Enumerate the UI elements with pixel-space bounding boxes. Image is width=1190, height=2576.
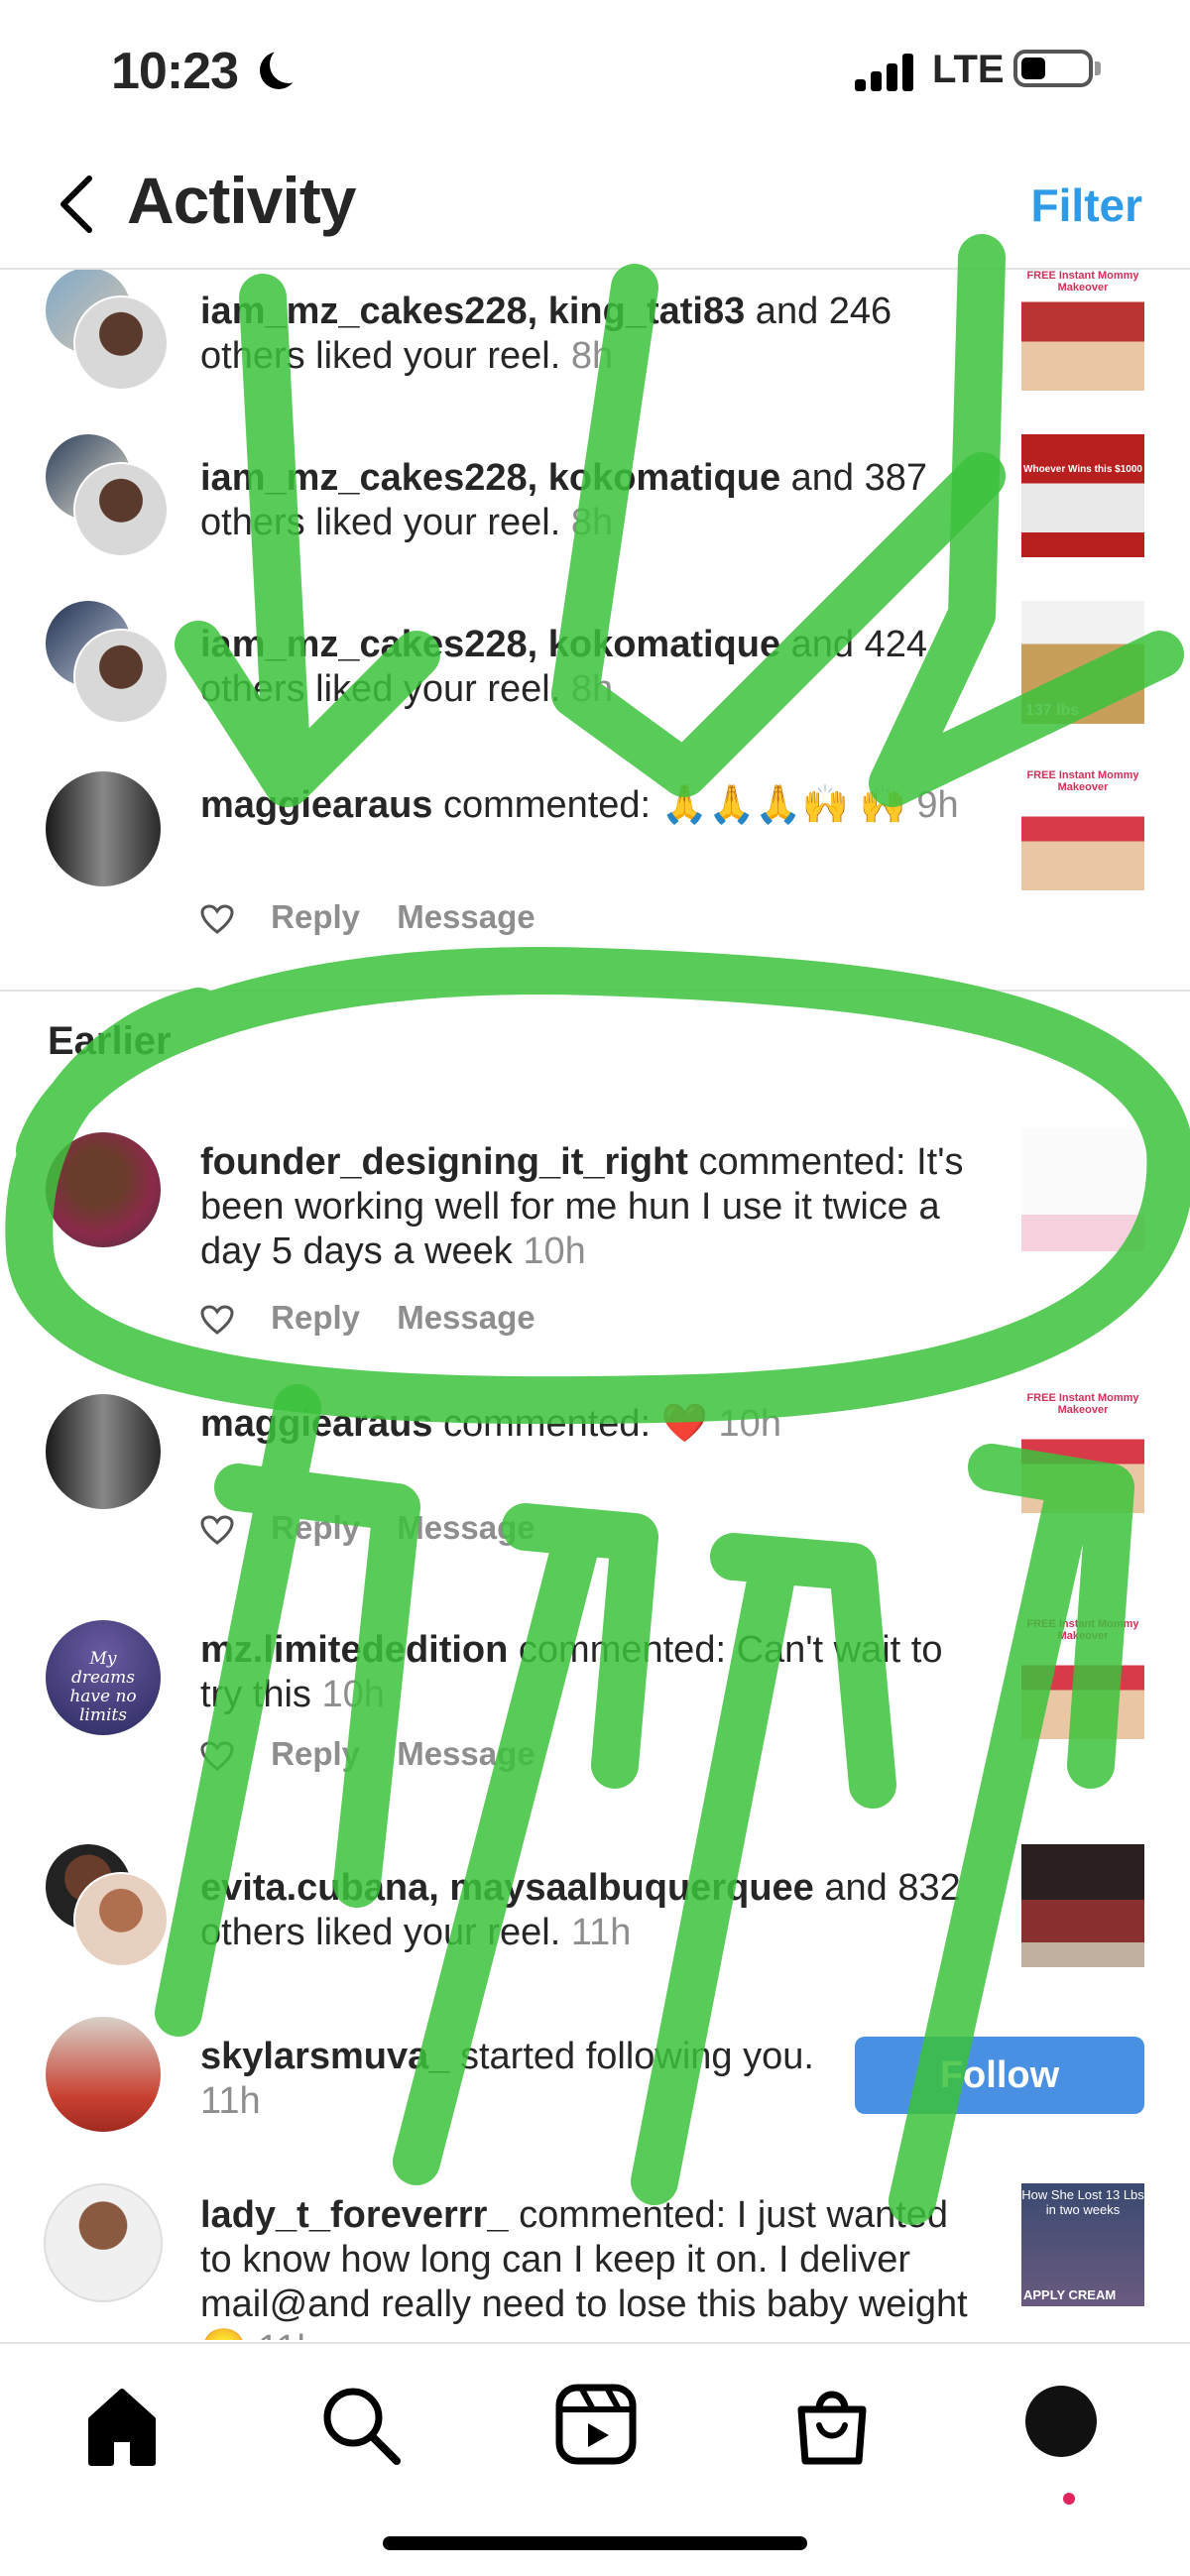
cell-signal-icon (855, 52, 916, 91)
notification-text: started following you. (449, 2036, 814, 2077)
filter-button[interactable]: Filter (1031, 178, 1142, 232)
do-not-disturb-moon-icon (270, 46, 307, 83)
username[interactable]: lady_t_foreverrr_ (200, 2194, 509, 2236)
header: Activity Filter (0, 149, 1190, 270)
avatar[interactable] (44, 2183, 163, 2302)
status-bar: 10:23 LTE (0, 0, 1190, 139)
reel-thumbnail[interactable] (1021, 1844, 1144, 1967)
username[interactable]: evita.cubana, maysaalbuquerquee (200, 1867, 814, 1909)
timestamp: 11h (200, 2080, 261, 2122)
profile-avatar-tab[interactable] (1025, 2386, 1097, 2457)
timestamp: 10h (718, 1403, 781, 1445)
timestamp: 8h (570, 335, 614, 377)
avatar[interactable] (73, 629, 169, 724)
message-button[interactable]: Message (397, 1299, 535, 1336)
timestamp: 10h (523, 1230, 586, 1272)
username[interactable]: iam_mz_cakes228, king_tati83 (200, 291, 745, 332)
timestamp: 11h (570, 1912, 632, 1953)
thumbnail-caption: FREE Instant Mommy Makeover (1026, 769, 1139, 793)
timestamp: 8h (570, 502, 614, 543)
reply-button[interactable]: Reply (271, 1735, 360, 1772)
thumbnail-caption: FREE Instant Mommy Makeover (1026, 1618, 1139, 1642)
search-icon[interactable] (315, 2380, 405, 2469)
like-heart-icon[interactable] (200, 1305, 234, 1336)
avatar[interactable] (73, 295, 169, 391)
avatar[interactable] (44, 1130, 163, 1249)
activity-feed[interactable]: iam_mz_cakes228, king_tati83 and 246 oth… (0, 270, 1190, 2340)
reel-thumbnail[interactable]: FREE Instant Mommy Makeover (1021, 767, 1144, 890)
username[interactable]: skylarsmuva_ (200, 2036, 449, 2077)
reels-icon[interactable] (551, 2380, 641, 2469)
thumbnail-caption: 137 lbs (1025, 702, 1080, 719)
shop-icon[interactable] (787, 2380, 877, 2469)
avatar[interactable] (73, 462, 169, 557)
username[interactable]: maggiearaus (200, 784, 432, 826)
timestamp: 11h (258, 2328, 318, 2340)
reply-button[interactable]: Reply (271, 898, 360, 935)
notification-text: commented: 🙏🙏🙏🙌 🙌 (432, 784, 906, 826)
network-label: LTE (932, 48, 1005, 91)
message-button[interactable]: Message (397, 898, 535, 935)
like-heart-icon[interactable] (200, 904, 234, 935)
battery-tip (1095, 61, 1101, 75)
username[interactable]: mz.limitededition (200, 1629, 508, 1671)
page-title: Activity (127, 164, 356, 237)
username[interactable]: iam_mz_cakes228, kokomatique (200, 457, 780, 499)
reply-button[interactable]: Reply (271, 1509, 360, 1546)
section-divider (0, 990, 1190, 992)
battery-icon (1013, 50, 1093, 87)
message-button[interactable]: Message (397, 1509, 535, 1546)
username[interactable]: maggiearaus (200, 1403, 432, 1445)
reel-thumbnail[interactable]: FREE Instant Mommy Makeover (1021, 1390, 1144, 1513)
thumbnail-caption: How She Lost 13 Lbs in two weeks (1021, 2187, 1144, 2217)
thumbnail-caption: FREE Instant Mommy Makeover (1026, 1392, 1139, 1416)
reel-thumbnail[interactable]: 137 lbs (1021, 601, 1144, 724)
thumbnail-caption: Whoever Wins this $1000 (1023, 464, 1142, 475)
section-header-earlier: Earlier (48, 1019, 172, 1063)
home-indicator (383, 2536, 807, 2550)
avatar[interactable] (73, 1872, 169, 1967)
thumbnail-caption: FREE Instant Mommy Makeover (1026, 270, 1139, 293)
reel-thumbnail[interactable]: Whoever Wins this $1000 (1021, 434, 1144, 557)
avatar[interactable]: My dreams have no limits (44, 1618, 163, 1737)
notification-dot (1063, 2493, 1075, 2505)
back-chevron-icon[interactable] (56, 175, 99, 234)
reel-thumbnail[interactable] (1021, 1128, 1144, 1251)
avatar[interactable] (44, 1392, 163, 1511)
notification-text: commented: ❤️ (432, 1403, 708, 1445)
timestamp: 10h (321, 1674, 385, 1715)
timestamp: 8h (570, 668, 614, 710)
timestamp: 9h (916, 784, 959, 826)
like-heart-icon[interactable] (200, 1515, 234, 1546)
avatar[interactable] (44, 769, 163, 888)
reel-thumbnail[interactable]: FREE Instant Mommy Makeover (1021, 1616, 1144, 1739)
username[interactable]: founder_designing_it_right (200, 1141, 688, 1183)
follow-button[interactable]: Follow (855, 2037, 1144, 2114)
avatar[interactable] (44, 2015, 163, 2134)
thumbnail-caption: APPLY CREAM (1023, 2287, 1117, 2302)
status-time: 10:23 (111, 43, 239, 100)
like-heart-icon[interactable] (200, 1741, 234, 1772)
home-icon[interactable] (77, 2380, 167, 2469)
username[interactable]: iam_mz_cakes228, kokomatique (200, 624, 780, 665)
reel-thumbnail[interactable]: FREE Instant Mommy Makeover (1021, 270, 1144, 391)
message-button[interactable]: Message (397, 1735, 535, 1772)
avatar-caption: My dreams have no limits (69, 1649, 137, 1725)
reply-button[interactable]: Reply (271, 1299, 360, 1336)
reel-thumbnail[interactable]: How She Lost 13 Lbs in two weeks APPLY C… (1021, 2183, 1144, 2306)
